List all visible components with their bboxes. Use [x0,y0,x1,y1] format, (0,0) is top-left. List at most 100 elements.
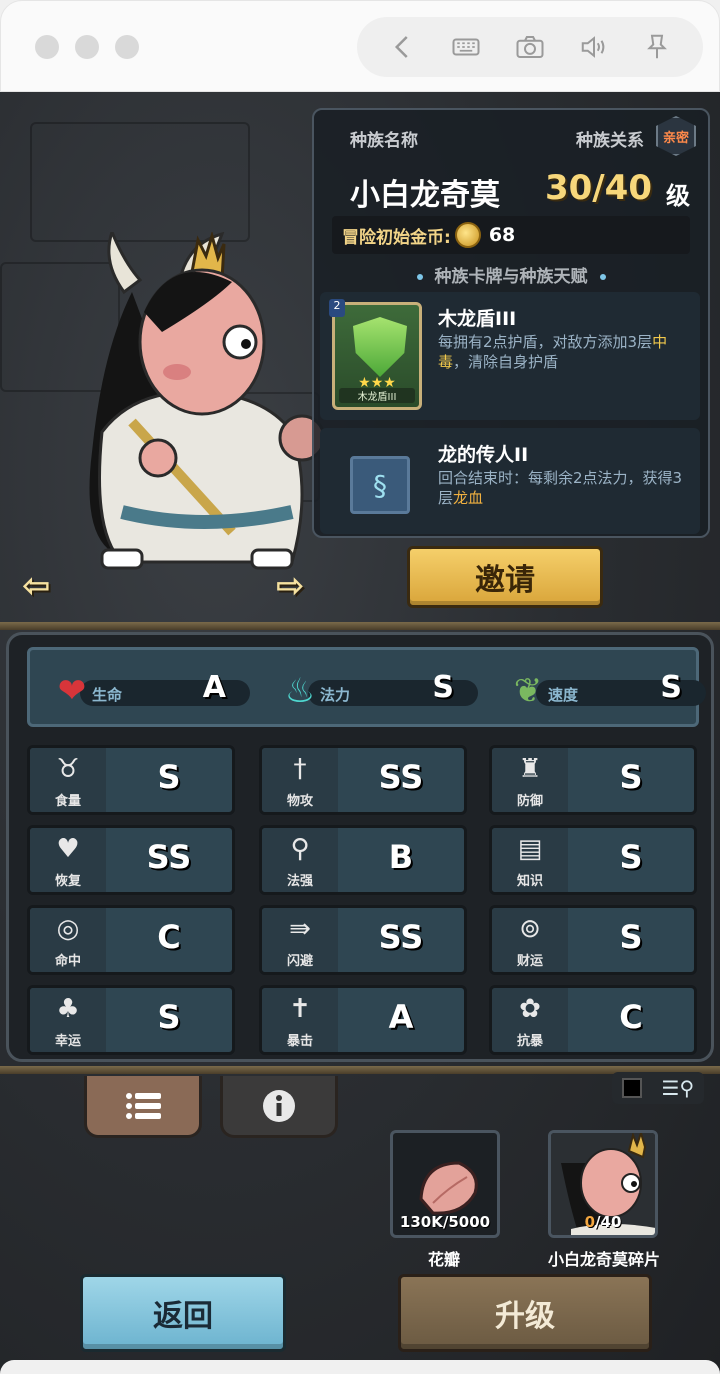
stat-label: 知识 [516,874,543,889]
section-title: 种族卡牌与种族天赋 [314,262,708,287]
window-controls [35,35,139,59]
heart-icon: ❤ [57,671,87,711]
talent-description: 每拥有2点护盾，对敌方添加3层中毒，清除自身护盾 [438,332,688,372]
volume-icon[interactable] [574,27,614,67]
stat-fortune: ⊚ 财运 S [489,905,697,975]
ornate-divider [0,622,720,630]
back-icon[interactable] [383,27,423,67]
stat-physical-attack: † 物攻 SS [259,745,467,815]
stat-grade: S [619,918,643,956]
browser-toolbar [357,17,703,77]
minimize-dot[interactable] [75,35,99,59]
stat-grade: SS [146,838,192,876]
flame-icon: ♨ [284,671,316,711]
filter-search-icon[interactable]: ☰⚲ [662,1076,695,1100]
item-count-current: 0 [584,1213,596,1231]
talent-desc-keyword: 龙血 [453,489,484,507]
maximize-dot[interactable] [115,35,139,59]
stat-grade: A [388,998,414,1036]
invite-button[interactable]: 邀请 [407,546,603,608]
gold-coin-icon [454,222,481,248]
race-level-unit: 级 [666,182,690,210]
talent-desc-tail: ，清除自身护盾 [453,353,559,371]
info-icon [263,1089,295,1122]
stats-panel: ❤ 生命 A ♨ 法力 S ❦ 速度 S ♉ 食量 S † 物攻 SS ♜ 防御… [6,632,714,1062]
target-icon: ◎ [56,914,80,944]
stat-grade: SS [378,758,424,796]
tab-list[interactable] [84,1076,202,1138]
card-name: 木龙盾III [339,388,415,403]
coin-ring-icon: ⊚ [519,914,541,944]
filter-search-box[interactable]: ☰⚲ [612,1072,704,1104]
keyboard-icon[interactable] [446,27,486,67]
main-stat-speed: ❦ 速度 S [506,670,706,711]
item-shard[interactable]: 0/40 [548,1130,658,1238]
stat-label: 法强 [286,874,313,889]
main-stat-label: 生命 [92,686,123,704]
stat-label: 闪避 [286,954,313,969]
starting-coin-value: 68 [488,224,516,246]
camera-icon[interactable] [510,27,550,67]
clover-icon: ♣ [56,994,80,1024]
race-name: 小白龙奇莫 [350,178,500,213]
stat-critical: ✝ 暴击 A [259,985,467,1055]
race-level: 30/40 [544,168,652,208]
stat-crit-resist: ✿ 抗暴 C [489,985,697,1055]
item-label: 小白龙奇莫碎片 [547,1250,660,1269]
close-dot[interactable] [35,35,59,59]
stat-label: 命中 [54,954,81,969]
item-label: 花瓣 [427,1250,460,1269]
stat-defense: ♜ 防御 S [489,745,697,815]
back-button[interactable]: 返回 [80,1274,286,1352]
race-relation-label: 种族关系 [576,131,644,151]
tab-info[interactable] [220,1076,338,1138]
stat-label: 防御 [516,794,543,809]
main-stat-grade: S [432,670,454,705]
upgrade-button[interactable]: 升级 [398,1274,652,1352]
talent-card-image: 2 ★★★ 木龙盾III [329,299,422,410]
relation-badge: 亲密 [656,116,696,156]
main-stat-label: 法力 [320,686,351,704]
stat-grade: B [388,838,414,876]
race-info-panel: 种族名称 种族关系 亲密 小白龙奇莫 30/40 级 冒险初始金币: 68 种族… [312,108,710,538]
bullet-icon [599,274,606,280]
main-stat-mana: ♨ 法力 S [278,670,478,711]
dragon-rune-icon: § [350,456,410,514]
stat-food: ♉ 食量 S [27,745,235,815]
character-portrait[interactable] [62,232,342,572]
talent-card-1[interactable]: 2 ★★★ 木龙盾III 木龙盾III 每拥有2点护盾，对敌方添加3层中毒，清除… [320,292,700,420]
item-count: 130K/5000 [399,1213,491,1231]
toggle-square-icon[interactable] [621,1078,642,1098]
talent-card-2[interactable]: § 龙的传人II 回合结束时：每剩余2点法力，获得3层龙血 [320,428,700,534]
pin-icon[interactable] [637,27,677,67]
stat-accuracy: ◎ 命中 C [27,905,235,975]
main-stat-hp: ❤ 生命 A [50,670,250,711]
prev-character-arrow-icon[interactable]: ⇦ [22,566,68,606]
item-petal[interactable]: 130K/5000 [390,1130,500,1238]
stat-label: 恢复 [54,874,81,889]
ornate-divider [0,1066,720,1074]
stat-grade: C [619,998,643,1036]
main-stat-grade: S [660,670,682,705]
talent-desc-text: 每拥有2点护盾，对敌方添加3层 [438,333,653,351]
main-stats-bar: ❤ 生命 A ♨ 法力 S ❦ 速度 S [27,647,706,727]
talent-title: 龙的传人II [438,444,529,466]
dodge-icon: ⇛ [289,914,311,944]
stat-spell-power: ⚲ 法强 B [259,825,467,895]
stat-label: 幸运 [54,1034,81,1049]
wall-brick [30,122,250,242]
staff-icon: ⚲ [290,834,310,864]
stat-knowledge: ▤ 知识 S [489,825,697,895]
browser-chrome [0,0,720,92]
stat-grade: S [619,758,643,796]
bottom-edge [0,1360,720,1374]
game-screen: ⇦ ⇨ 种族名称 种族关系 亲密 小白龙奇莫 30/40 级 冒险初始金币: 6… [0,92,720,1374]
stat-grade: S [619,838,643,876]
list-icon [126,1092,161,1119]
next-character-arrow-icon[interactable]: ⇨ [276,566,322,606]
talent-title: 木龙盾III [438,308,517,330]
armor-icon: ♜ [518,754,542,784]
bullet-icon [416,274,423,280]
stat-label: 食量 [54,794,81,809]
starting-coin-bar: 冒险初始金币: 68 [332,216,690,254]
